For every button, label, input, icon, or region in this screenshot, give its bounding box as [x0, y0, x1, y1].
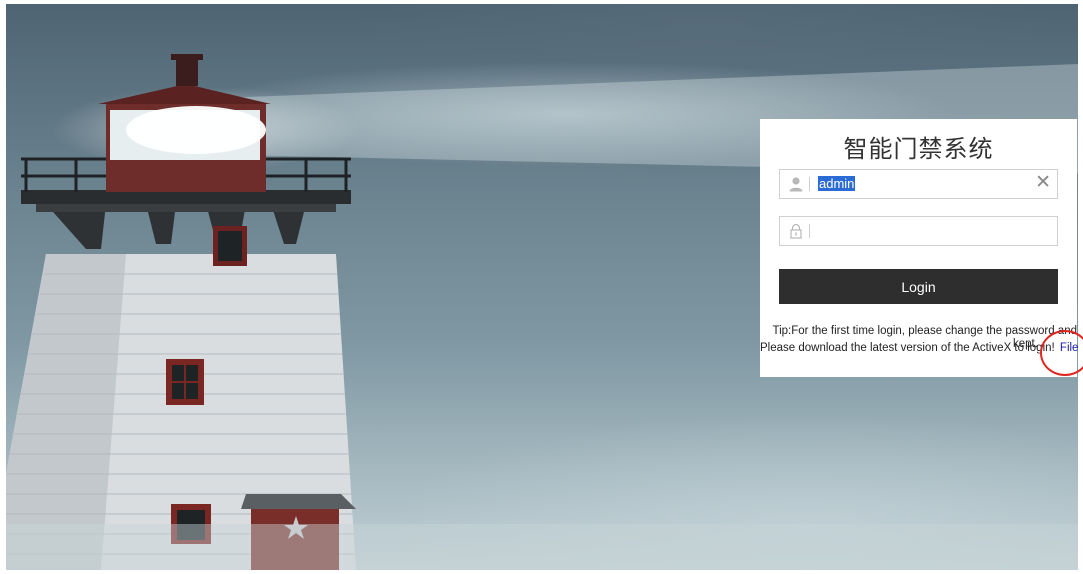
password-input[interactable] [816, 221, 1050, 243]
username-field[interactable]: admin ✕ [779, 169, 1058, 199]
field-separator [809, 177, 810, 191]
file-download-link[interactable]: File [1060, 342, 1079, 354]
login-button[interactable]: Login [779, 269, 1058, 304]
field-separator [809, 224, 810, 238]
login-panel: 智能门禁系统 admin ✕ Login Tip:For the first t… [760, 119, 1079, 377]
password-field[interactable] [779, 216, 1058, 246]
lock-icon [790, 223, 802, 239]
tip-text-line2: Please download the latest version of th… [760, 342, 1079, 354]
system-title: 智能门禁系统 [843, 135, 994, 163]
tip-line1: Tip:For the first time login, please cha… [772, 325, 1078, 337]
username-value[interactable]: admin [818, 176, 856, 191]
tip-text-line1: Tip:For the first time login, please cha… [760, 325, 1078, 337]
tip-line2: Please download the latest version of th… [760, 342, 1055, 354]
user-icon [789, 177, 803, 192]
close-icon[interactable]: ✕ [1035, 173, 1051, 193]
